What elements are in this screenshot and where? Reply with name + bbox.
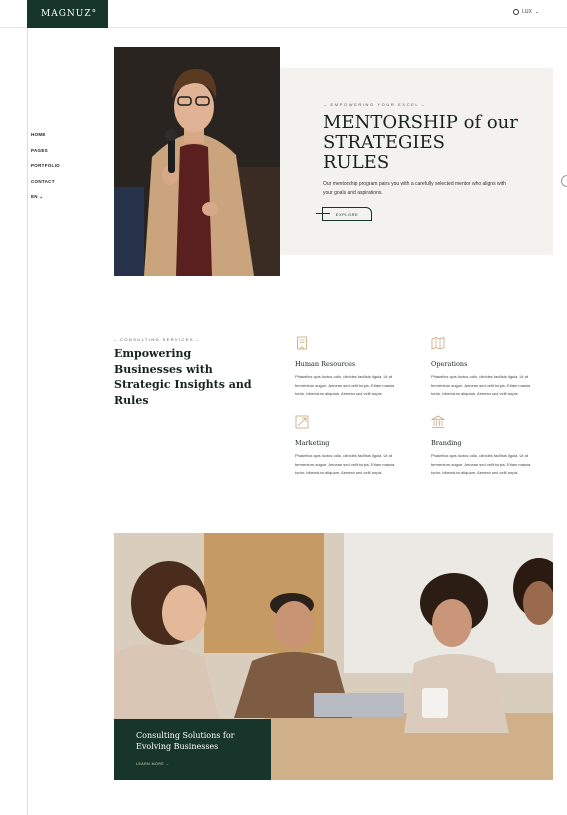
nav-item-portfolio[interactable]: PORTFOLIO bbox=[31, 158, 60, 174]
nav-item-language[interactable]: EN ⌄ bbox=[31, 189, 60, 205]
document-icon bbox=[297, 336, 307, 350]
service-marketing[interactable]: Marketing Phasellus quis luctus odio, ul… bbox=[295, 415, 395, 478]
consulting-card-title: Consulting Solutions for Evolving Busine… bbox=[136, 731, 235, 751]
nav-item-pages[interactable]: PAGES bbox=[31, 143, 60, 159]
left-divider bbox=[27, 28, 28, 815]
hero-eyebrow: – EMPOWERING YOUR EXCEL – bbox=[324, 102, 426, 107]
hero-title-line-3: RULES bbox=[323, 152, 390, 173]
globe-icon bbox=[513, 9, 520, 15]
scroll-circle-button[interactable] bbox=[561, 175, 567, 187]
service-operations[interactable]: Operations Phasellus quis luctus odio, u… bbox=[431, 336, 531, 399]
hero-title-line-2: STRATEGIES bbox=[323, 132, 446, 153]
service-description: Phasellus quis luctus odio, ultricies fa… bbox=[431, 374, 531, 396]
hero-title-line-1: MENTORSHIP of our bbox=[323, 112, 518, 133]
nav-item-home[interactable]: HOME bbox=[31, 127, 60, 143]
speaker-illustration bbox=[114, 47, 280, 276]
language-selector[interactable]: LUX ⌄ bbox=[513, 9, 539, 15]
top-bar: MAGNUZ° LUX ⌄ bbox=[0, 0, 567, 28]
service-name: Marketing bbox=[295, 439, 330, 447]
service-description: Phasellus quis luctus odio, ultricies fa… bbox=[295, 374, 395, 396]
services-title: Empowering Businesses with Strategic Ins… bbox=[114, 347, 252, 407]
bank-icon bbox=[430, 415, 446, 428]
hero-description: Our mentorship program pairs you with a … bbox=[323, 181, 506, 196]
service-description: Phasellus quis luctus odio, ultricies fa… bbox=[295, 453, 395, 475]
chevron-down-icon: ⌄ bbox=[534, 9, 539, 15]
hero-speaker-image bbox=[114, 47, 280, 276]
language-label: LUX bbox=[522, 9, 532, 15]
side-nav: HOME PAGES PORTFOLIO CONTACT EN ⌄ bbox=[31, 127, 60, 205]
map-icon bbox=[431, 336, 445, 350]
services-eyebrow: – CONSULTING SERVICES – bbox=[114, 337, 201, 342]
nav-item-contact[interactable]: CONTACT bbox=[31, 174, 60, 190]
service-name: Branding bbox=[431, 439, 462, 447]
service-name: Human Resources bbox=[295, 360, 356, 368]
learn-more-link[interactable]: LEARN MORE → bbox=[136, 762, 170, 766]
service-human-resources[interactable]: Human Resources Phasellus quis luctus od… bbox=[295, 336, 395, 399]
growth-icon bbox=[295, 415, 309, 429]
service-branding[interactable]: Branding Phasellus quis luctus odio, ult… bbox=[430, 415, 531, 478]
hero-title: MENTORSHIP of our STRATEGIES RULES bbox=[323, 113, 548, 173]
service-name: Operations bbox=[431, 360, 468, 368]
explore-button[interactable]: EXPLORE bbox=[322, 207, 372, 221]
logo[interactable]: MAGNUZ° bbox=[27, 0, 108, 28]
service-description: Phasellus quis luctus odio, ultricies fa… bbox=[431, 453, 531, 475]
